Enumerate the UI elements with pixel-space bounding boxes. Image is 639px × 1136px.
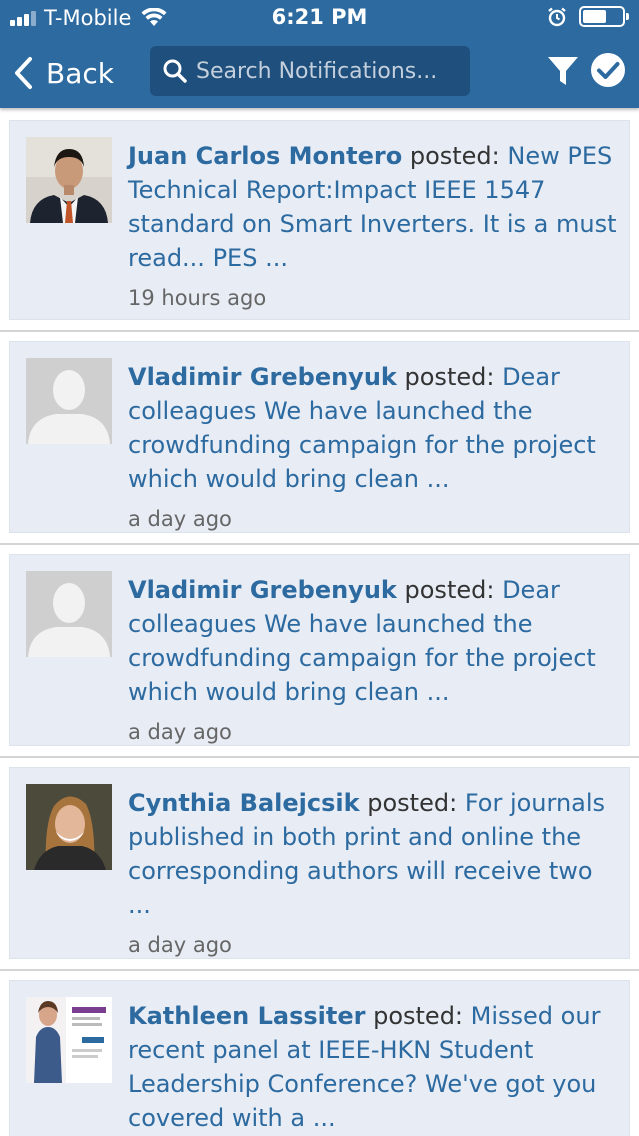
- filter-icon[interactable]: [546, 54, 580, 88]
- top-bar: T-Mobile 6:21 PM Back: [0, 0, 639, 108]
- notification-card[interactable]: Vladimir Grebenyuk posted: Dear colleagu…: [9, 341, 630, 533]
- author-name[interactable]: Vladimir Grebenyuk: [128, 576, 397, 604]
- divider: [0, 969, 639, 971]
- notification-text: Vladimir Grebenyuk posted: Dear colleagu…: [128, 360, 618, 534]
- notification-card[interactable]: Vladimir Grebenyuk posted: Dear colleagu…: [9, 554, 630, 746]
- action-verb: posted:: [373, 1002, 464, 1030]
- action-verb: posted:: [367, 789, 458, 817]
- search-input[interactable]: [196, 58, 466, 84]
- back-button[interactable]: Back: [12, 52, 114, 94]
- notification-text: Cynthia Balejcsik posted: For journals p…: [128, 786, 618, 960]
- user-photo-icon: [26, 784, 112, 870]
- avatar: [26, 997, 112, 1083]
- divider: [0, 543, 639, 545]
- notification-card[interactable]: Kathleen Lassiter posted: Missed our rec…: [9, 980, 630, 1136]
- notification-card[interactable]: Cynthia Balejcsik posted: For journals p…: [9, 767, 630, 959]
- avatar: [26, 784, 112, 870]
- notification-text: Vladimir Grebenyuk posted: Dear colleagu…: [128, 573, 618, 747]
- default-avatar-icon: [26, 358, 112, 444]
- author-name[interactable]: Cynthia Balejcsik: [128, 789, 360, 817]
- navigation-bar: Back: [0, 44, 639, 100]
- battery-icon: [579, 6, 629, 27]
- user-photo-icon: [26, 997, 112, 1083]
- search-bar[interactable]: [150, 46, 470, 96]
- avatar: [26, 571, 112, 657]
- mark-all-read-check-icon[interactable]: [590, 52, 626, 88]
- alarm-clock-icon: [548, 7, 566, 26]
- action-verb: posted:: [409, 142, 500, 170]
- avatar: [26, 137, 112, 223]
- status-clock: 6:21 PM: [271, 5, 368, 29]
- avatar: [26, 358, 112, 444]
- user-photo-icon: [26, 137, 112, 223]
- chevron-left-icon: [15, 57, 32, 89]
- divider: [0, 756, 639, 758]
- notification-text: Juan Carlos Montero posted: New PES Tech…: [128, 139, 618, 313]
- author-name[interactable]: Juan Carlos Montero: [128, 142, 402, 170]
- timestamp: 19 hours ago: [128, 286, 267, 310]
- author-name[interactable]: Kathleen Lassiter: [128, 1002, 365, 1030]
- timestamp: a day ago: [128, 933, 232, 957]
- divider: [0, 330, 639, 332]
- default-avatar-icon: [26, 571, 112, 657]
- status-right: [547, 6, 629, 27]
- timestamp: a day ago: [128, 507, 232, 531]
- status-bar: T-Mobile 6:21 PM: [0, 0, 639, 36]
- timestamp: a day ago: [128, 720, 232, 744]
- notification-text: Kathleen Lassiter posted: Missed our rec…: [128, 999, 618, 1135]
- back-label: Back: [46, 56, 114, 90]
- action-verb: posted:: [404, 363, 495, 391]
- search-icon: [163, 59, 187, 83]
- author-name[interactable]: Vladimir Grebenyuk: [128, 363, 397, 391]
- action-verb: posted:: [404, 576, 495, 604]
- notification-card[interactable]: Juan Carlos Montero posted: New PES Tech…: [9, 120, 630, 320]
